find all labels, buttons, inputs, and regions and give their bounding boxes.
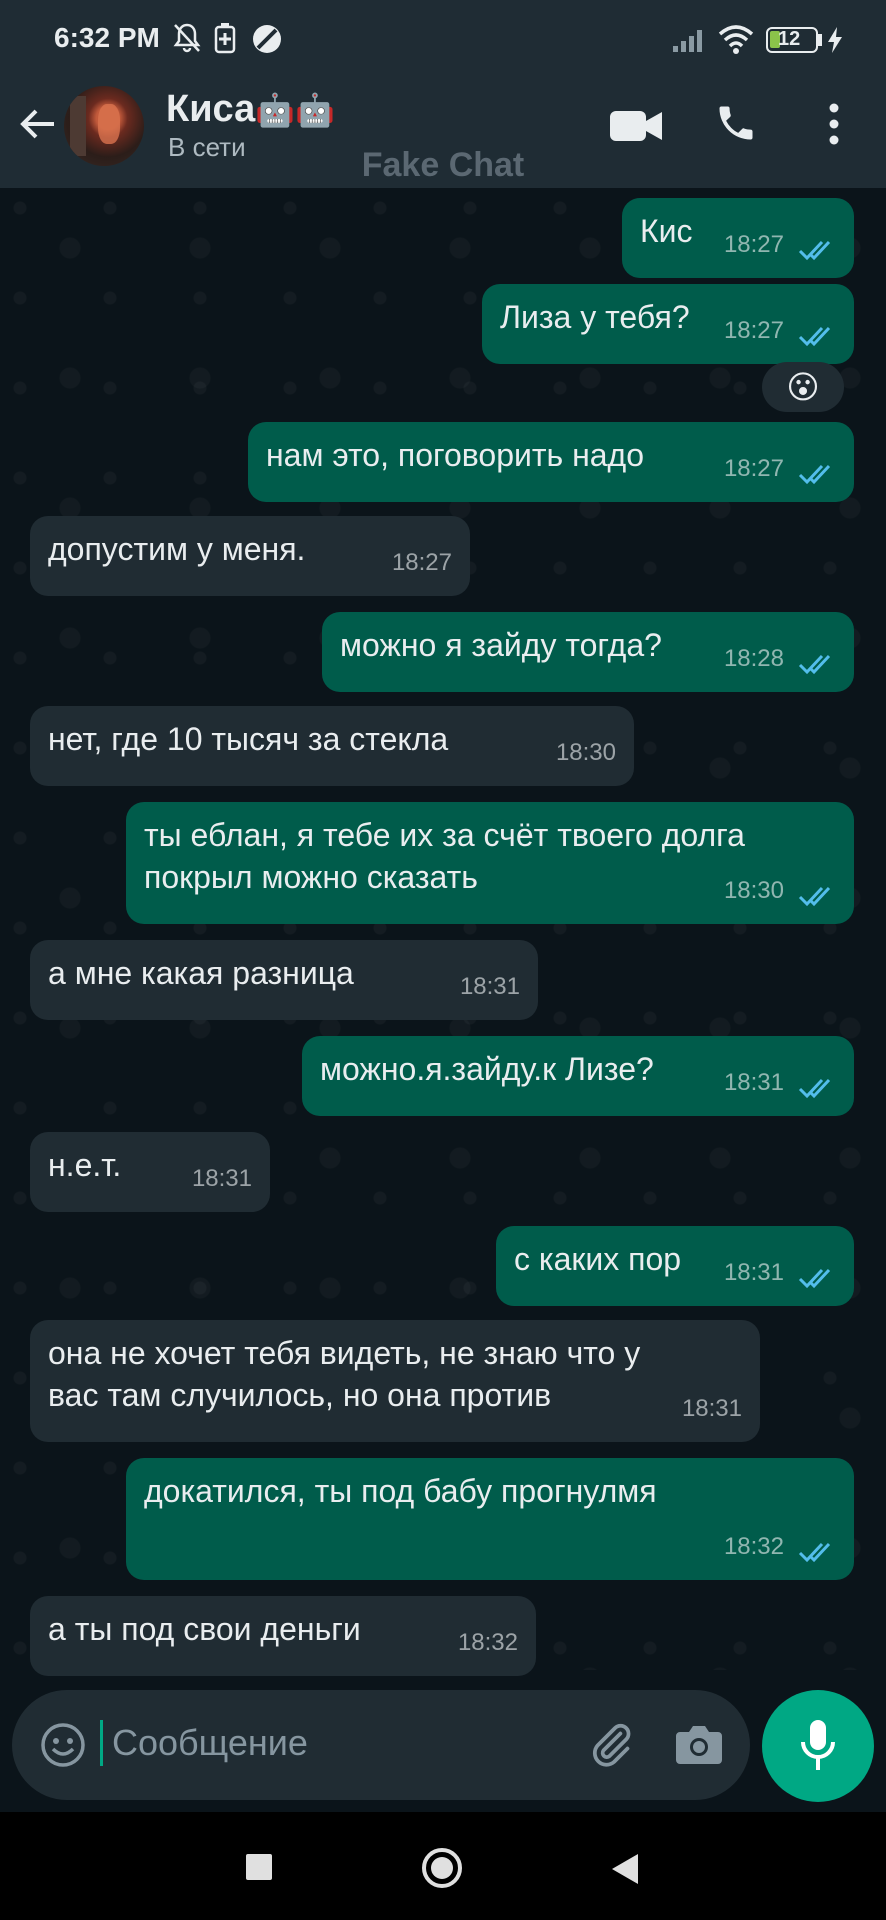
message-time: 18:32 xyxy=(723,1533,784,1560)
message-input[interactable]: Сообщение xyxy=(112,1722,308,1764)
mic-icon xyxy=(801,1720,835,1770)
status-bar: 6:32 PM 12 xyxy=(0,0,886,78)
attach-icon[interactable] xyxy=(586,1720,636,1770)
camera-icon[interactable] xyxy=(674,1722,724,1766)
read-ticks-icon xyxy=(798,464,831,485)
phone-icon[interactable] xyxy=(714,100,758,146)
message-time: 18:27 xyxy=(723,231,784,258)
message-time: 18:31 xyxy=(459,973,520,1000)
message-text: нам это, поговорить надо xyxy=(266,437,645,473)
outgoing-message[interactable]: нам это, поговорить надо 18:27 xyxy=(248,422,854,502)
message-time: 18:28 xyxy=(723,645,784,672)
message-text: нет, где 10 тысяч за стекла xyxy=(48,721,449,757)
outgoing-message[interactable]: ты еблан, я тебе их за счёт твоего долга… xyxy=(126,802,854,924)
message-text: а ты под свои деньги xyxy=(48,1611,361,1647)
mic-button[interactable] xyxy=(762,1690,874,1802)
system-nav-bar xyxy=(0,1812,886,1920)
incoming-message[interactable]: нет, где 10 тысяч за стекла 18:30 xyxy=(30,706,634,786)
outgoing-message[interactable]: Кис 18:27 xyxy=(622,198,854,278)
watermark: Fake Chat xyxy=(361,146,525,184)
battery-saver-icon xyxy=(214,23,236,54)
outgoing-message[interactable]: докатился, ты под бабу прогнулмя 18:32 xyxy=(126,1458,854,1580)
video-call-icon[interactable] xyxy=(608,108,664,144)
read-ticks-icon xyxy=(798,1268,831,1289)
message-time: 18:27 xyxy=(391,549,452,576)
read-ticks-icon xyxy=(798,1078,831,1099)
battery-tip xyxy=(818,34,822,46)
message-text: а мне какая разница xyxy=(48,955,354,991)
nav-back-icon[interactable] xyxy=(610,1852,640,1886)
read-ticks-icon xyxy=(798,326,831,347)
message-text: докатился, ты под бабу прогнулмя xyxy=(144,1473,657,1509)
message-reaction[interactable]: 😮 xyxy=(762,362,844,412)
message-text: н.е.т. xyxy=(48,1147,122,1183)
robot-emoji: 🤖🤖 xyxy=(255,92,335,128)
battery-icon: 12 xyxy=(766,27,818,53)
message-text: можно я зайду тогда? xyxy=(340,627,662,663)
read-ticks-icon xyxy=(798,240,831,261)
message-text: можно.я.зайду.к Лизе? xyxy=(320,1051,654,1087)
incoming-message[interactable]: н.е.т. 18:31 xyxy=(30,1132,270,1212)
message-text: Кис xyxy=(640,213,693,249)
message-time: 18:32 xyxy=(457,1629,518,1656)
incoming-message[interactable]: а ты под свои деньги 18:32 xyxy=(30,1596,536,1676)
charging-icon xyxy=(828,27,842,53)
wifi-icon xyxy=(718,25,754,54)
incoming-message[interactable]: она не хочет тебя видеть, не знаю что у … xyxy=(30,1320,760,1442)
back-arrow-icon[interactable] xyxy=(18,104,58,144)
message-text: ты еблан, я тебе их за счёт твоего долга… xyxy=(144,817,745,895)
message-text: Лиза у тебя? xyxy=(500,299,690,335)
message-time: 18:31 xyxy=(681,1395,742,1422)
message-time: 18:31 xyxy=(191,1165,252,1192)
dnd-bell-icon xyxy=(173,23,201,53)
message-time: 18:30 xyxy=(723,877,784,904)
data-saver-icon xyxy=(253,25,281,53)
outgoing-message[interactable]: с каких пор 18:31 xyxy=(496,1226,854,1306)
message-time: 18:27 xyxy=(723,317,784,344)
nav-home-icon[interactable] xyxy=(420,1846,464,1890)
read-ticks-icon xyxy=(798,886,831,907)
contact-name[interactable]: Киса🤖🤖 xyxy=(166,88,335,131)
read-ticks-icon xyxy=(798,654,831,675)
message-text: с каких пор xyxy=(514,1241,682,1277)
text-caret xyxy=(100,1720,103,1766)
message-text: она не хочет тебя видеть, не знаю что у … xyxy=(48,1335,641,1413)
emoji-icon[interactable] xyxy=(40,1722,86,1768)
chat-area[interactable] xyxy=(0,188,886,1670)
message-time: 18:31 xyxy=(723,1259,784,1286)
outgoing-message[interactable]: можно я зайду тогда? 18:28 xyxy=(322,612,854,692)
battery-level: 12 xyxy=(778,28,801,50)
incoming-message[interactable]: допустим у меня. 18:27 xyxy=(30,516,470,596)
contact-name-text: Киса xyxy=(166,88,256,130)
message-time: 18:31 xyxy=(723,1069,784,1096)
message-time: 18:27 xyxy=(723,455,784,482)
incoming-message[interactable]: а мне какая разница 18:31 xyxy=(30,940,538,1020)
message-input-bar[interactable]: Сообщение xyxy=(12,1690,750,1800)
message-text: допустим у меня. xyxy=(48,531,306,567)
read-ticks-icon xyxy=(798,1542,831,1563)
outgoing-message[interactable]: можно.я.зайду.к Лизе? 18:31 xyxy=(302,1036,854,1116)
message-time: 18:30 xyxy=(555,739,616,766)
cell-signal-icon xyxy=(673,30,702,52)
status-time: 6:32 PM xyxy=(54,22,160,53)
more-vert-icon[interactable] xyxy=(826,102,842,146)
nav-square-icon[interactable] xyxy=(246,1854,272,1880)
outgoing-message[interactable]: Лиза у тебя? 18:27 xyxy=(482,284,854,364)
